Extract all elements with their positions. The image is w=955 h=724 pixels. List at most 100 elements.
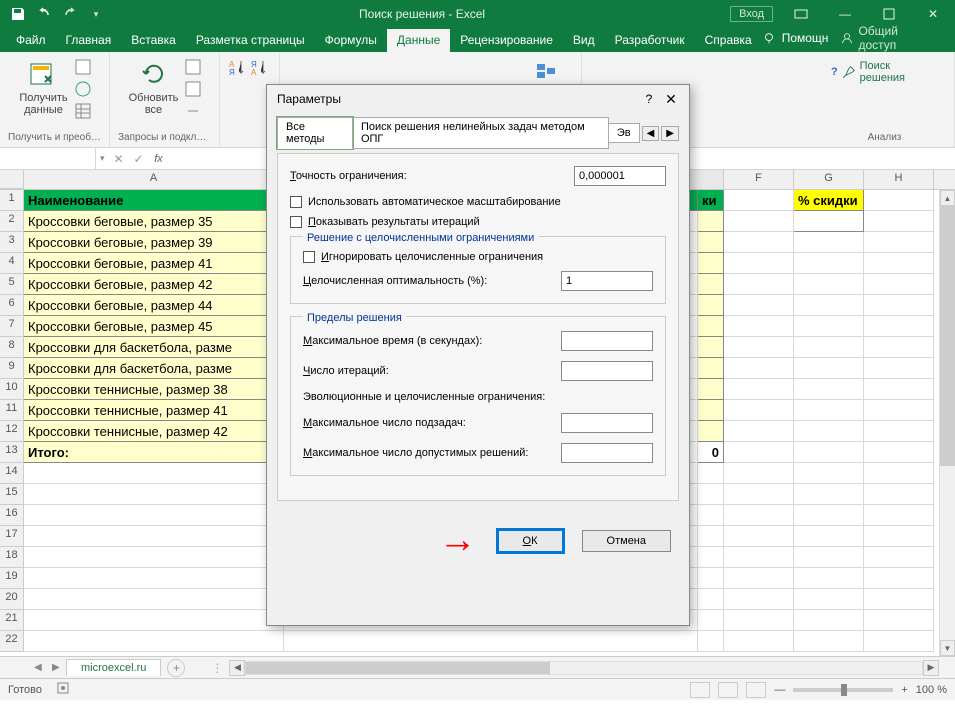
cell-name[interactable]: Кроссовки беговые, размер 45: [24, 316, 284, 337]
cell[interactable]: [724, 211, 794, 232]
macro-record-icon[interactable]: [56, 681, 70, 698]
cell[interactable]: [724, 379, 794, 400]
save-icon[interactable]: [10, 6, 26, 22]
tab-layout[interactable]: Разметка страницы: [186, 29, 315, 52]
max-sub-input[interactable]: [561, 413, 653, 433]
cell[interactable]: [864, 463, 934, 484]
row-header[interactable]: 5: [0, 274, 24, 295]
ok-button[interactable]: ОК: [497, 529, 564, 553]
cell[interactable]: [864, 631, 934, 652]
row-header[interactable]: 3: [0, 232, 24, 253]
cell[interactable]: [794, 463, 864, 484]
tell-me-icon[interactable]: [762, 31, 776, 45]
max-time-input[interactable]: [561, 331, 653, 351]
cancel-button[interactable]: Отмена: [582, 530, 671, 552]
cell-name[interactable]: Кроссовки беговые, размер 42: [24, 274, 284, 295]
share-button[interactable]: Общий доступ: [834, 24, 945, 52]
page-break-view-icon[interactable]: [746, 682, 766, 698]
tab-review[interactable]: Рецензирование: [450, 29, 563, 52]
normal-view-icon[interactable]: [690, 682, 710, 698]
cell[interactable]: [864, 274, 934, 295]
col-header-F[interactable]: F: [724, 170, 794, 189]
queries-icon[interactable]: [183, 57, 203, 77]
cell[interactable]: [724, 631, 794, 652]
auto-scale-checkbox[interactable]: Использовать автоматическое масштабирова…: [290, 196, 666, 208]
dialog-tab-nonlinear[interactable]: Поиск решения нелинейных задач методом О…: [353, 117, 609, 149]
from-table-icon[interactable]: [73, 101, 93, 121]
cell[interactable]: [698, 316, 724, 337]
cell[interactable]: [864, 337, 934, 358]
zoom-level[interactable]: 100 %: [916, 684, 947, 696]
cell-total-label[interactable]: Итого:: [24, 442, 284, 463]
cell[interactable]: [698, 400, 724, 421]
cell[interactable]: [864, 358, 934, 379]
row-header[interactable]: 4: [0, 253, 24, 274]
cell-name[interactable]: Кроссовки беговые, размер 41: [24, 253, 284, 274]
cell[interactable]: [864, 190, 934, 211]
cell[interactable]: [24, 463, 284, 484]
cell[interactable]: [284, 631, 698, 652]
row-header[interactable]: 16: [0, 505, 24, 526]
name-box[interactable]: [0, 148, 96, 169]
cell[interactable]: [698, 274, 724, 295]
cell[interactable]: [864, 547, 934, 568]
zoom-out-icon[interactable]: —: [774, 684, 785, 696]
cell[interactable]: [864, 526, 934, 547]
cell[interactable]: [864, 610, 934, 631]
cell[interactable]: [864, 253, 934, 274]
qat-customize-icon[interactable]: ▾: [88, 6, 104, 22]
row-header[interactable]: 2: [0, 211, 24, 232]
cell[interactable]: [698, 526, 724, 547]
tab-data[interactable]: Данные: [387, 29, 450, 52]
sheet-nav-prev-icon[interactable]: ◀: [30, 662, 42, 673]
row-header[interactable]: 14: [0, 463, 24, 484]
iterations-input[interactable]: [561, 361, 653, 381]
cell[interactable]: [794, 400, 864, 421]
cell[interactable]: [794, 526, 864, 547]
cell[interactable]: [698, 232, 724, 253]
cell[interactable]: [698, 568, 724, 589]
cell[interactable]: [698, 421, 724, 442]
cell[interactable]: [724, 232, 794, 253]
col-header-A[interactable]: A: [24, 170, 284, 189]
cell[interactable]: [794, 232, 864, 253]
cell-name[interactable]: Кроссовки для баскетбола, разме: [24, 337, 284, 358]
from-text-icon[interactable]: [73, 57, 93, 77]
tab-split-icon[interactable]: ⋮: [211, 661, 229, 675]
from-web-icon[interactable]: [73, 79, 93, 99]
solver-button[interactable]: ? Поиск решения: [823, 56, 946, 88]
scroll-down-icon[interactable]: ▼: [940, 640, 955, 656]
row-header[interactable]: 17: [0, 526, 24, 547]
cell[interactable]: [24, 547, 284, 568]
tab-view[interactable]: Вид: [563, 29, 605, 52]
sheet-nav-next-icon[interactable]: ▶: [48, 662, 60, 673]
login-button[interactable]: Вход: [730, 6, 773, 22]
add-sheet-icon[interactable]: +: [167, 659, 185, 677]
cell[interactable]: [864, 421, 934, 442]
row-header[interactable]: 7: [0, 316, 24, 337]
tab-file[interactable]: Файл: [6, 29, 56, 52]
scroll-thumb[interactable]: [940, 206, 955, 466]
cell[interactable]: [724, 316, 794, 337]
tab-home[interactable]: Главная: [56, 29, 122, 52]
row-header[interactable]: 6: [0, 295, 24, 316]
cell[interactable]: [794, 295, 864, 316]
cell-name[interactable]: Кроссовки теннисные, размер 41: [24, 400, 284, 421]
row-header[interactable]: 21: [0, 610, 24, 631]
enter-formula-icon[interactable]: ✓: [129, 149, 149, 169]
cell[interactable]: [794, 379, 864, 400]
header-name[interactable]: Наименование: [24, 190, 284, 211]
cell[interactable]: [24, 568, 284, 589]
tab-developer[interactable]: Разработчик: [605, 29, 695, 52]
ignore-int-checkbox[interactable]: Игнорировать целочисленные ограничения: [303, 251, 653, 263]
tab-insert[interactable]: Вставка: [121, 29, 186, 52]
horizontal-scrollbar[interactable]: [245, 661, 923, 675]
cell[interactable]: [724, 274, 794, 295]
name-box-dropdown-icon[interactable]: ▾: [96, 153, 109, 164]
cell[interactable]: [724, 442, 794, 463]
cell[interactable]: [794, 316, 864, 337]
cell[interactable]: [698, 547, 724, 568]
tell-me-label[interactable]: Помощн: [782, 31, 829, 45]
header-discount[interactable]: % скидки: [794, 190, 864, 211]
cell[interactable]: [864, 568, 934, 589]
